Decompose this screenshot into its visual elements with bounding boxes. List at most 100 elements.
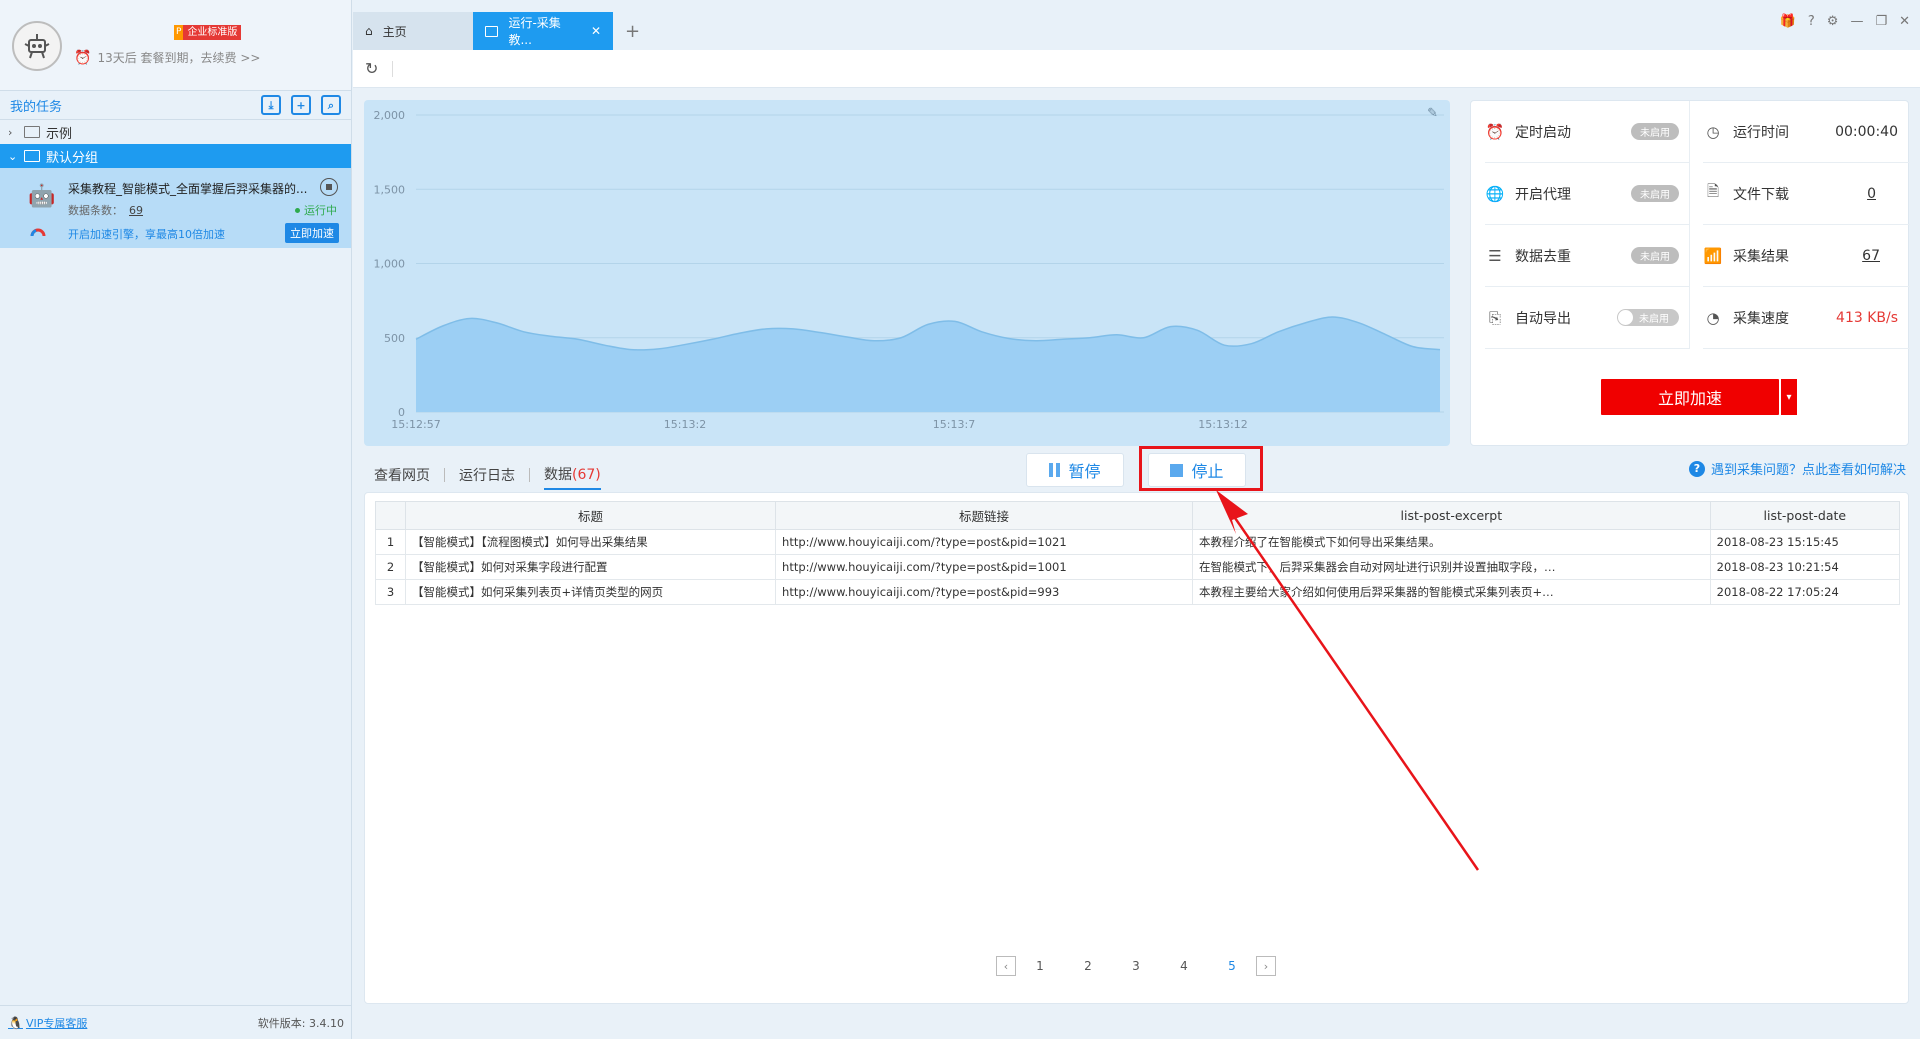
stat-download: 🗎 文件下载 0 [1703, 163, 1910, 225]
gift-icon[interactable]: 🎁 [1780, 14, 1796, 29]
toolbar-separator [392, 60, 394, 77]
close-tab-icon[interactable]: ✕ [591, 24, 601, 38]
next-page-icon[interactable]: › [1256, 956, 1276, 976]
x-tick-label: 15:13:12 [1198, 418, 1247, 431]
expire-notice[interactable]: ⏰ 13天后 套餐到期，去续费 >> [74, 49, 260, 66]
folder-icon [24, 126, 40, 138]
data-table: 标题 标题链接 list-post-excerpt list-post-date… [375, 501, 1901, 605]
autoexport-toggle[interactable]: 未启用 [1617, 309, 1679, 326]
stop-task-icon[interactable] [320, 178, 338, 196]
stat-value[interactable]: 0 [1867, 186, 1876, 202]
gear-icon[interactable]: ⚙ [1827, 14, 1839, 29]
group-example[interactable]: › 示例 [0, 120, 351, 144]
group-default[interactable]: ⌄ 默认分组 [0, 144, 351, 168]
chevron-down-icon[interactable]: ▾ [1781, 379, 1797, 415]
table-row[interactable]: 3 【智能模式】如何采集列表页+详情页类型的网页 http://www.houy… [375, 579, 1901, 605]
table-cell: 【智能模式】如何采集列表页+详情页类型的网页 [404, 579, 777, 605]
accelerate-button[interactable]: 立即加速 [1601, 379, 1779, 415]
tab-run-log[interactable]: 运行日志 [459, 461, 515, 489]
status-badge[interactable]: 未启用 [1631, 123, 1679, 140]
add-tab-icon[interactable]: + [613, 12, 652, 50]
table-cell: http://www.houyicaiji.com/?type=post&pid… [775, 529, 1194, 555]
expire-text[interactable]: 13天后 套餐到期，去续费 >> [97, 49, 260, 66]
task-count-value[interactable]: 69 [129, 204, 143, 217]
edition-p: P [174, 25, 184, 40]
chevron-down-icon: ⌄ [8, 149, 18, 163]
tab-bar: ⌂ 主页 运行-采集教... ✕ + 🎁 ? ⚙ — ❐ ✕ [353, 0, 1920, 50]
table-row[interactable]: 1 【智能模式】【流程图模式】如何导出采集结果 http://www.houyi… [375, 529, 1901, 555]
alarm-clock-icon: ⏰ [1485, 122, 1505, 141]
tab-data[interactable]: 数据(67) [544, 460, 601, 490]
table-cell: 1 [375, 529, 406, 555]
stat-label: 定时启动 [1515, 124, 1571, 141]
toggle-label: 未启用 [1639, 314, 1669, 325]
minimize-icon[interactable]: — [1850, 14, 1863, 29]
table-header[interactable]: list-post-excerpt [1192, 501, 1711, 530]
home-icon: ⌂ [365, 24, 373, 38]
table-header[interactable]: list-post-date [1709, 501, 1901, 530]
help-link[interactable]: ? 遇到采集问题？点此查看如何解决 [1688, 459, 1906, 478]
sidebar: P 企业标准版 ⏰ 13天后 套餐到期，去续费 >> 我的任务 ⤓ + ⌕ › … [0, 0, 352, 1039]
qq-icon: 🐧 [8, 1015, 23, 1030]
group-label: 示例 [46, 126, 73, 142]
table-cell: 2018-08-22 17:05:24 [1709, 579, 1901, 605]
refresh-icon[interactable]: ↻ [365, 59, 378, 78]
avatar[interactable] [12, 21, 62, 71]
x-tick-label: 15:12:57 [391, 418, 440, 431]
task-name[interactable]: 采集教程_智能模式_全面掌握后羿采集器的... [68, 180, 316, 197]
close-icon[interactable]: ✕ [1899, 14, 1910, 29]
stat-value[interactable]: 67 [1862, 248, 1880, 264]
subtabs: 查看网页 运行日志 数据(67) [374, 460, 601, 490]
list-dedupe-icon: ☰ [1488, 246, 1502, 265]
tab-data-count: (67) [572, 467, 601, 483]
robot-icon: 🤖 [28, 184, 56, 209]
table-header[interactable]: 标题 [404, 501, 777, 530]
table-header-index [375, 501, 406, 530]
group-label: 默认分组 [46, 150, 99, 166]
pencil-icon[interactable]: ✎ [1427, 106, 1438, 121]
accelerate-task-button[interactable]: 立即加速 [285, 223, 339, 243]
table-row[interactable]: 2 【智能模式】如何对采集字段进行配置 http://www.houyicaij… [375, 554, 1901, 580]
pause-icon [1049, 463, 1061, 477]
page-number[interactable]: 1 [1016, 959, 1064, 973]
table-header[interactable]: 标题链接 [775, 501, 1194, 530]
status-badge[interactable]: 未启用 [1631, 185, 1679, 202]
tab-run[interactable]: 运行-采集教... ✕ [473, 12, 613, 50]
status-badge[interactable]: 未启用 [1631, 247, 1679, 264]
stat-result: 📶 采集结果 67 [1703, 225, 1910, 287]
table-cell: 2018-08-23 10:21:54 [1709, 554, 1901, 580]
stat-proxy: 🌐 开启代理 未启用 [1485, 163, 1689, 225]
edition-label: 企业标准版 [183, 25, 242, 40]
task-count: 数据条数： 69 [68, 202, 143, 218]
speedometer-icon: ◔ [1706, 308, 1720, 327]
vip-support-link[interactable]: 🐧 VIP专属客服 [8, 1015, 87, 1031]
tab-home[interactable]: ⌂ 主页 [353, 12, 473, 50]
export-icon: ⎘ [1488, 308, 1501, 327]
x-tick-label: 15:13:7 [933, 418, 975, 431]
stat-runtime: ◷ 运行时间 00:00:40 [1703, 101, 1910, 163]
restore-icon[interactable]: ❐ [1875, 14, 1887, 29]
prev-page-icon[interactable]: ‹ [996, 956, 1016, 976]
bar-chart-icon: 📶 [1703, 246, 1723, 265]
table-cell: 【智能模式】如何对采集字段进行配置 [404, 554, 777, 580]
pagination: ‹ 1 2 3 4 5 › [996, 956, 1276, 976]
task-count-label: 数据条数： [68, 204, 123, 217]
page-number[interactable]: 4 [1160, 959, 1208, 973]
pause-button[interactable]: 暂停 [1026, 453, 1124, 487]
add-task-icon[interactable]: + [291, 95, 311, 115]
x-tick-label: 15:13:2 [664, 418, 706, 431]
page-number[interactable]: 2 [1064, 959, 1112, 973]
table-cell: 在智能模式下，后羿采集器会自动对网址进行识别并设置抽取字段，… [1192, 554, 1711, 580]
tab-view-page[interactable]: 查看网页 [374, 461, 430, 489]
task-item[interactable]: 🤖 采集教程_智能模式_全面掌握后羿采集器的... 数据条数： 69 运行中 开启… [0, 168, 351, 248]
page-number-active[interactable]: 5 [1208, 959, 1256, 973]
y-tick-label: 500 [384, 332, 405, 345]
table-cell: 2018-08-23 15:15:45 [1709, 529, 1901, 555]
search-task-icon[interactable]: ⌕ [321, 95, 341, 115]
help-label[interactable]: 遇到采集问题？点此查看如何解决 [1711, 459, 1906, 478]
clock-icon: ◷ [1706, 122, 1720, 141]
import-task-icon[interactable]: ⤓ [261, 95, 281, 115]
page-number[interactable]: 3 [1112, 959, 1160, 973]
help-icon[interactable]: ? [1808, 14, 1815, 29]
vip-label[interactable]: VIP专属客服 [26, 1015, 87, 1031]
